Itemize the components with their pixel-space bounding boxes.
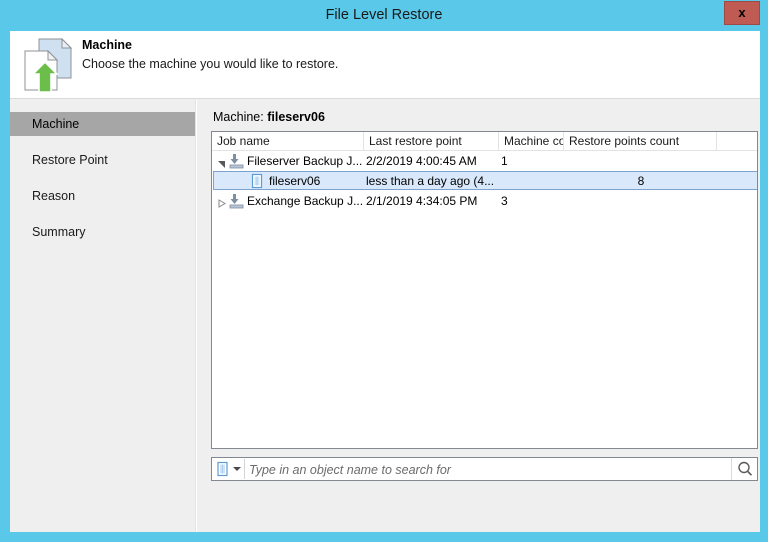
search-icon: [732, 458, 758, 480]
dialog-panel: Machine Choose the machine you would lik…: [10, 31, 760, 532]
sidebar-item-machine[interactable]: Machine: [10, 112, 195, 136]
table-header-row: Job name Last restore point Machine cou …: [212, 132, 757, 151]
wizard-header: Machine Choose the machine you would lik…: [10, 31, 760, 99]
machine-value: fileserv06: [267, 110, 325, 124]
chevron-down-icon[interactable]: [233, 467, 241, 471]
close-button[interactable]: x: [724, 1, 760, 25]
column-header-filler[interactable]: [717, 132, 757, 150]
backup-job-icon: [229, 193, 245, 209]
cell-machine-count: [501, 171, 563, 191]
sidebar-item-label: Reason: [32, 189, 75, 203]
table-body: Fileserver Backup J... 2/2/2019 4:00:45 …: [212, 151, 757, 447]
column-header-job-name[interactable]: Job name: [212, 132, 364, 150]
cell-machine-count: 1: [501, 151, 563, 171]
close-icon: x: [725, 2, 759, 24]
table-row[interactable]: Fileserver Backup J... 2/2/2019 4:00:45 …: [212, 151, 757, 171]
table-row[interactable]: fileserv06 less than a day ago (4... 8: [212, 171, 757, 191]
cell-restore-points-count: [566, 151, 716, 171]
cell-last-restore-point: 2/2/2019 4:00:45 AM: [366, 151, 499, 171]
cell-restore-points-count: [566, 191, 716, 211]
column-header-label: Machine cou: [504, 134, 564, 148]
cell-machine-count: 3: [501, 191, 563, 211]
expander-expanded-icon[interactable]: [217, 157, 226, 166]
machine-tree[interactable]: Job name Last restore point Machine cou …: [211, 131, 758, 449]
cell-job-name: Fileserver Backup J...: [247, 151, 365, 171]
sidebar-item-label: Machine: [32, 117, 79, 131]
sidebar-item-label: Summary: [32, 225, 85, 239]
search-divider: [244, 459, 245, 479]
window-title: File Level Restore: [0, 0, 768, 31]
wizard-steps-sidebar: Machine Restore Point Reason Summary: [10, 99, 196, 532]
expander-collapsed-icon[interactable]: [217, 197, 226, 206]
title-bar: File Level Restore x: [0, 0, 768, 31]
machine-label: Machine:: [213, 110, 264, 124]
sidebar-item-summary[interactable]: Summary: [10, 220, 195, 244]
cell-job-name: fileserv06: [269, 171, 365, 191]
object-search-bar[interactable]: [211, 457, 758, 481]
machine-selection-content: Machine: fileserv06 Job name Last restor…: [197, 99, 760, 532]
column-header-label: Restore points count: [569, 134, 679, 148]
search-button[interactable]: [731, 458, 757, 480]
column-header-machine-count[interactable]: Machine cou: [499, 132, 564, 150]
backup-job-icon: [229, 153, 245, 169]
page-title: Machine: [82, 38, 132, 52]
document-restore-icon: [16, 34, 78, 96]
column-header-label: Last restore point: [369, 134, 462, 148]
sidebar-item-restore-point[interactable]: Restore Point: [10, 148, 195, 172]
sidebar-item-label: Restore Point: [32, 153, 108, 167]
column-header-restore-points-count[interactable]: Restore points count: [564, 132, 717, 150]
cell-restore-points-count: 8: [566, 171, 716, 191]
search-input[interactable]: [247, 459, 725, 481]
virtual-machine-icon: [249, 173, 265, 189]
window-footer-strip: [0, 532, 768, 542]
column-header-label: Job name: [217, 134, 270, 148]
sidebar-item-reason[interactable]: Reason: [10, 184, 195, 208]
virtual-machine-icon: [215, 461, 230, 477]
selected-machine-line: Machine: fileserv06: [213, 110, 325, 124]
file-level-restore-window: File Level Restore x Machine Ch: [0, 0, 768, 542]
cell-last-restore-point: 2/1/2019 4:34:05 PM: [366, 191, 499, 211]
page-subtitle: Choose the machine you would like to res…: [82, 57, 338, 71]
table-row[interactable]: Exchange Backup J... 2/1/2019 4:34:05 PM…: [212, 191, 757, 211]
cell-last-restore-point: less than a day ago (4...: [366, 171, 499, 191]
cell-job-name: Exchange Backup J...: [247, 191, 365, 211]
column-header-last-restore-point[interactable]: Last restore point: [364, 132, 499, 150]
